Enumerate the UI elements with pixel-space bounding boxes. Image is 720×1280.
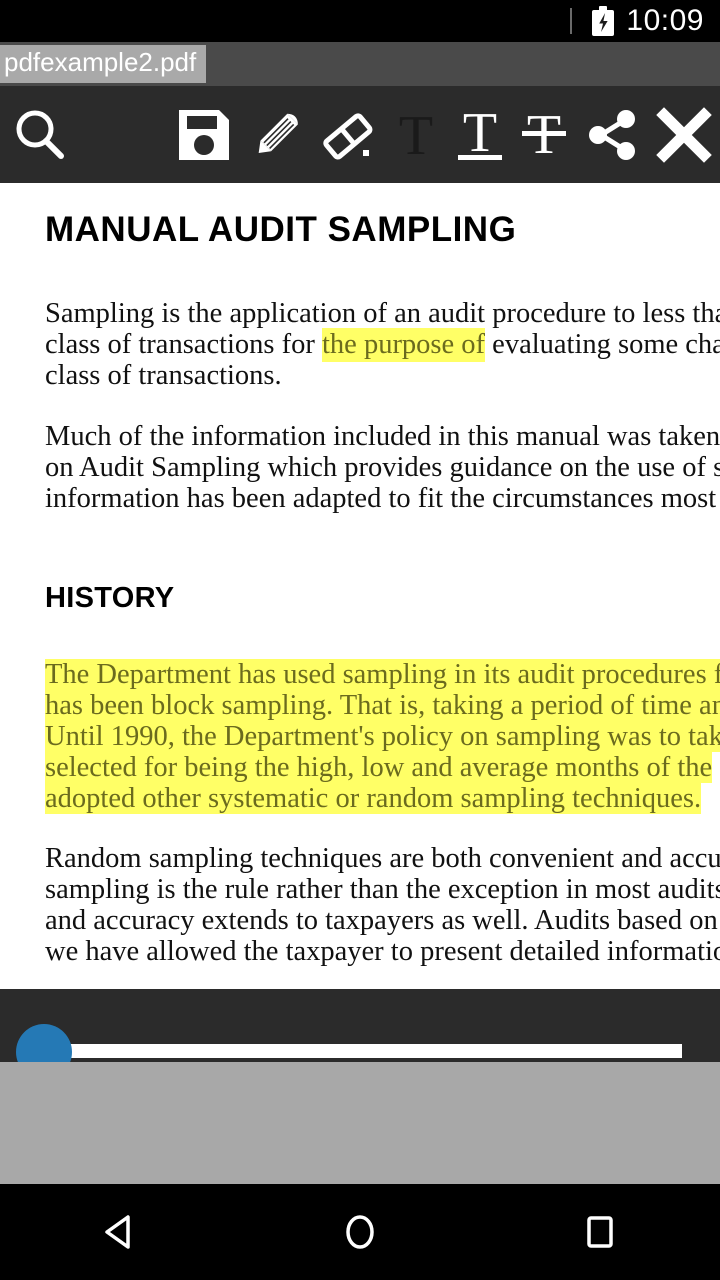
nav-back-button[interactable] (0, 1209, 240, 1255)
battery-charging-icon (592, 6, 615, 36)
document-filename: pdfexample2.pdf (0, 45, 207, 83)
underline-text-button[interactable]: T (448, 86, 512, 183)
home-circle-icon (346, 1215, 374, 1249)
pdf-page-content: MANUAL AUDIT SAMPLING Sampling is the ap… (45, 183, 720, 967)
close-button[interactable] (648, 86, 720, 183)
title-bar: pdfexample2.pdf (0, 42, 720, 86)
bottom-panel (0, 1062, 720, 1184)
paragraph-1-line-2-post: evaluating some chara (492, 329, 720, 360)
erase-button[interactable] (312, 86, 384, 183)
status-divider (570, 8, 573, 34)
paragraph-2: Much of the information included in this… (45, 421, 720, 514)
save-floppy-icon (179, 109, 229, 160)
section-heading-history: HISTORY (45, 582, 175, 614)
strikeout-text-button[interactable]: T (512, 86, 576, 183)
close-x-icon (656, 106, 712, 163)
paragraph-1-line-1: Sampling is the application of an audit … (45, 298, 720, 329)
pdf-viewer-screen: 10:09 pdfexample2.pdf T T T MANUAL AUDIT… (0, 0, 720, 1280)
android-nav-bar (0, 1184, 720, 1280)
nav-home-button[interactable] (240, 1209, 480, 1255)
paragraph-4: Random sampling techniques are both conv… (45, 843, 720, 967)
paragraph-1-line-2-pre: class of transactions for (45, 329, 322, 360)
svg-text:T: T (399, 108, 433, 162)
paragraph-2-line-2: on Audit Sampling which provides guidanc… (45, 452, 720, 483)
search-icon (16, 110, 64, 159)
pdf-page-canvas[interactable]: MANUAL AUDIT SAMPLING Sampling is the ap… (0, 183, 720, 989)
paragraph-3-line-1: The Department has used sampling in its … (45, 659, 720, 690)
status-bar: 10:09 (0, 0, 720, 42)
annotation-toolbar: T T T (0, 86, 720, 248)
page-seek-track[interactable] (18, 1044, 682, 1058)
paragraph-4-line-1: Random sampling techniques are both conv… (45, 843, 720, 874)
eraser-icon (323, 112, 373, 159)
highlighted-phrase[interactable]: the purpose of (322, 328, 486, 362)
draw-button[interactable] (240, 86, 312, 183)
paragraph-3-line-4: selected for being the high, low and ave… (45, 752, 713, 783)
paragraph-4-line-4: we have allowed the taxpayer to present … (45, 936, 720, 967)
highlight-text-button[interactable]: T (384, 86, 448, 183)
paragraph-1: Sampling is the application of an audit … (45, 298, 720, 391)
paragraph-1-line-3: class of transactions. (45, 360, 282, 391)
paragraph-4-line-3: and accuracy extends to taxpayers as wel… (45, 905, 720, 936)
paragraph-3-line-5: adopted other systematic or random sampl… (45, 783, 702, 814)
paragraph-3-line-2: has been block sampling. That is, taking… (45, 690, 720, 721)
save-button[interactable] (168, 86, 240, 183)
pencil-icon (258, 113, 298, 153)
paragraph-3-highlighted[interactable]: The Department has used sampling in its … (45, 659, 720, 814)
text-strikeout-t-icon: T (522, 107, 566, 163)
nav-recents-button[interactable] (480, 1209, 720, 1255)
document-title: MANUAL AUDIT SAMPLING (45, 210, 517, 249)
text-highlight-t-icon: T (399, 108, 433, 162)
share-button[interactable] (576, 86, 648, 183)
text-underline-t-icon: T (458, 105, 502, 164)
paragraph-2-line-1: Much of the information included in this… (45, 421, 720, 452)
search-button[interactable] (0, 86, 80, 183)
paragraph-3-line-3: Until 1990, the Department's policy on s… (45, 721, 720, 752)
status-clock: 10:09 (626, 4, 704, 37)
back-triangle-icon (105, 1215, 130, 1249)
share-icon (589, 109, 635, 160)
paragraph-4-line-2: sampling is the rule rather than the exc… (45, 874, 720, 905)
paragraph-2-line-3: information has been adapted to fit the … (45, 483, 720, 514)
paragraph-1-line-2: class of transactions for the purpose of… (45, 328, 720, 362)
recents-square-icon (587, 1216, 613, 1248)
